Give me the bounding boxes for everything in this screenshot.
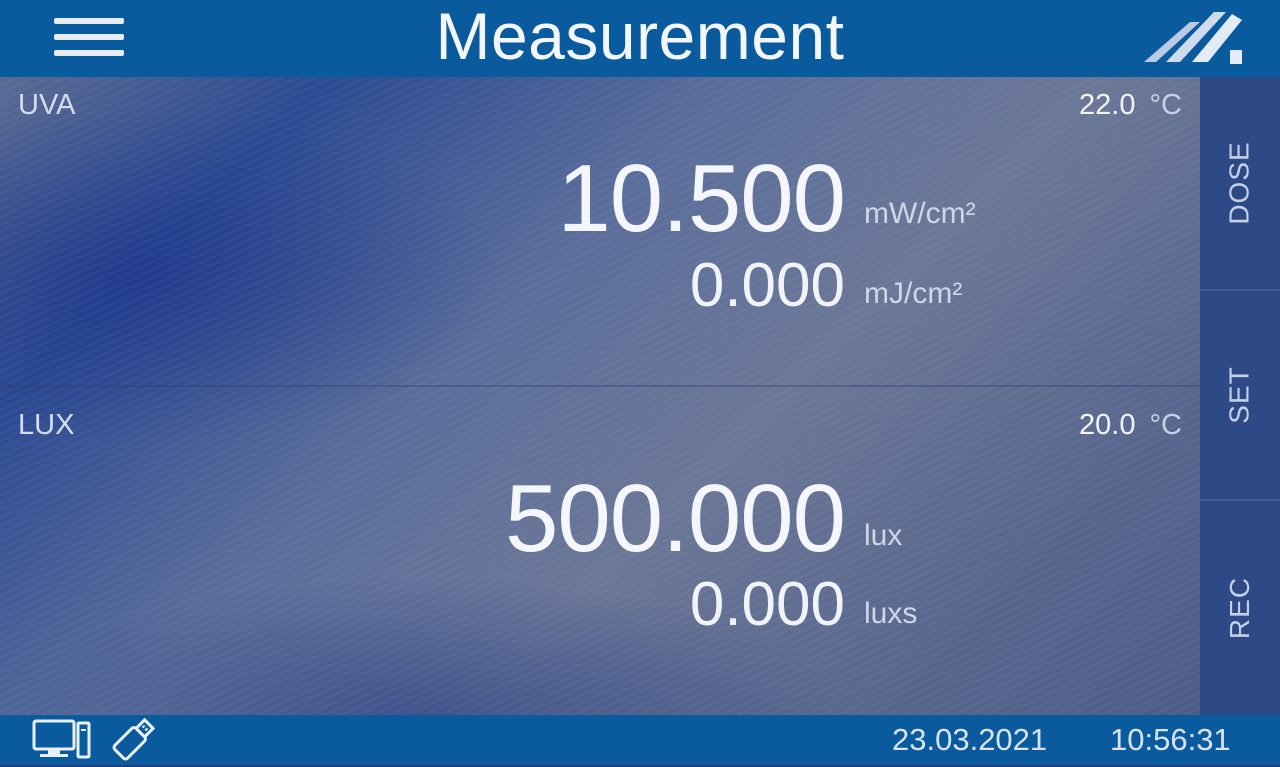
temperature-unit: °C: [1149, 409, 1182, 441]
secondary-unit: luxs: [864, 597, 918, 630]
primary-unit: mW/cm²: [864, 197, 976, 230]
channel-name: LUX: [18, 409, 75, 441]
temperature-value: 22.0: [1079, 89, 1136, 121]
dose-button-label: DOSE: [1224, 141, 1256, 225]
header-bar: Measurement: [0, 0, 1280, 77]
usb-stick-icon: [112, 716, 156, 762]
status-date: 23.03.2021: [892, 722, 1048, 757]
status-bar: [0, 715, 1280, 765]
rec-button[interactable]: REC: [1200, 501, 1280, 715]
rec-button-label: REC: [1224, 576, 1255, 640]
channel-temperature: 22.0 °C: [1079, 89, 1182, 122]
computer-icon: [32, 717, 92, 761]
channel-temperature: 20.0 °C: [1079, 409, 1182, 442]
secondary-value: 0.000: [689, 251, 845, 320]
temperature-value: 20.0: [1079, 409, 1136, 441]
dose-button[interactable]: DOSE: [1200, 77, 1280, 291]
set-button[interactable]: SET: [1200, 291, 1280, 501]
temperature-unit: °C: [1149, 89, 1182, 121]
set-button-label: SET: [1224, 366, 1255, 424]
status-time: 10:56:31: [1110, 722, 1231, 757]
action-sidebar: DOSE SET REC: [1200, 77, 1280, 715]
primary-value: 10.500: [557, 145, 846, 252]
secondary-value: 0.000: [689, 570, 845, 639]
primary-unit: lux: [864, 519, 903, 552]
channel-name: UVA: [18, 89, 76, 121]
secondary-unit: mJ/cm²: [864, 277, 963, 310]
page-title: Measurement: [435, 0, 845, 73]
primary-value: 500.000: [504, 465, 846, 572]
brand-logo-icon: [1138, 6, 1250, 68]
measurement-panel: UVA 22.0 °C 10.500 mW/cm² 0.000 mJ/cm² LU…: [0, 77, 1200, 715]
